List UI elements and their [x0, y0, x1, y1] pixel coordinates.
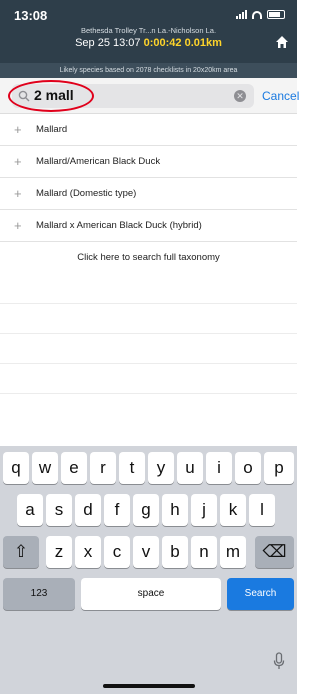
battery-icon: [267, 10, 285, 19]
key-d[interactable]: d: [75, 494, 101, 526]
checklist-duration: 0:00:42: [143, 37, 182, 49]
checklist-distance: 0.01km: [184, 37, 222, 49]
numbers-key[interactable]: 123: [3, 578, 75, 610]
add-icon: +: [14, 186, 22, 201]
checklist-info: Sep 25 13:07 0:00:42 0.01km: [0, 37, 297, 49]
results-list: + Mallard + Mallard/American Black Duck …: [0, 114, 297, 394]
likely-species-banner: Likely species based on 2078 checklists …: [0, 63, 297, 78]
search-key[interactable]: Search: [227, 578, 294, 610]
result-row[interactable]: + Mallard: [0, 114, 297, 146]
key-f[interactable]: f: [104, 494, 130, 526]
key-u[interactable]: u: [177, 452, 203, 484]
empty-row: [0, 274, 297, 304]
delete-key[interactable]: ⌫: [255, 536, 294, 568]
key-l[interactable]: l: [249, 494, 275, 526]
add-icon: +: [14, 218, 22, 233]
key-s[interactable]: s: [46, 494, 72, 526]
key-k[interactable]: k: [220, 494, 246, 526]
cancel-button[interactable]: Cancel: [262, 89, 299, 103]
species-name: Mallard (Domestic type): [36, 188, 137, 199]
empty-row: [0, 364, 297, 394]
key-w[interactable]: w: [32, 452, 58, 484]
status-time: 13:08: [14, 8, 48, 23]
signal-icon: [236, 10, 247, 19]
key-z[interactable]: z: [46, 536, 72, 568]
key-m[interactable]: m: [220, 536, 246, 568]
key-h[interactable]: h: [162, 494, 188, 526]
key-b[interactable]: b: [162, 536, 188, 568]
key-a[interactable]: a: [17, 494, 43, 526]
location-name: Bethesda Trolley Tr...n La.-Nicholson La…: [80, 26, 217, 35]
status-icons: [236, 10, 285, 19]
result-row[interactable]: + Mallard/American Black Duck: [0, 146, 297, 178]
key-e[interactable]: e: [61, 452, 87, 484]
key-p[interactable]: p: [264, 452, 294, 484]
search-row: 2 mall ✕ Cancel: [0, 78, 299, 114]
key-c[interactable]: c: [104, 536, 130, 568]
key-y[interactable]: y: [148, 452, 174, 484]
home-indicator: [103, 684, 195, 688]
empty-row: [0, 334, 297, 364]
species-name: Mallard: [36, 124, 68, 135]
key-j[interactable]: j: [191, 494, 217, 526]
key-v[interactable]: v: [133, 536, 159, 568]
add-icon: +: [14, 154, 22, 169]
key-x[interactable]: x: [75, 536, 101, 568]
key-r[interactable]: r: [90, 452, 116, 484]
key-n[interactable]: n: [191, 536, 217, 568]
highlight-annotation: [8, 80, 94, 112]
key-t[interactable]: t: [119, 452, 145, 484]
search-full-taxonomy-link[interactable]: Click here to search full taxonomy: [0, 242, 297, 274]
shift-key[interactable]: ⇧: [3, 536, 39, 568]
home-icon[interactable]: [275, 35, 289, 49]
checklist-date: Sep 25 13:07: [75, 37, 141, 49]
empty-row: [0, 304, 297, 334]
species-name: Mallard/American Black Duck: [36, 156, 161, 167]
add-icon: +: [14, 122, 22, 137]
clear-search-icon[interactable]: ✕: [234, 90, 246, 102]
key-q[interactable]: q: [3, 452, 29, 484]
key-g[interactable]: g: [133, 494, 159, 526]
key-o[interactable]: o: [235, 452, 261, 484]
species-name: Mallard x American Black Duck (hybrid): [36, 220, 202, 231]
result-row[interactable]: + Mallard (Domestic type): [0, 178, 297, 210]
microphone-icon[interactable]: [273, 652, 285, 670]
wifi-icon: [252, 10, 262, 19]
result-row[interactable]: + Mallard x American Black Duck (hybrid): [0, 210, 297, 242]
key-i[interactable]: i: [206, 452, 232, 484]
header: 13:08 Bethesda Trolley Tr...n La.-Nichol…: [0, 0, 297, 78]
space-key[interactable]: space: [81, 578, 221, 610]
